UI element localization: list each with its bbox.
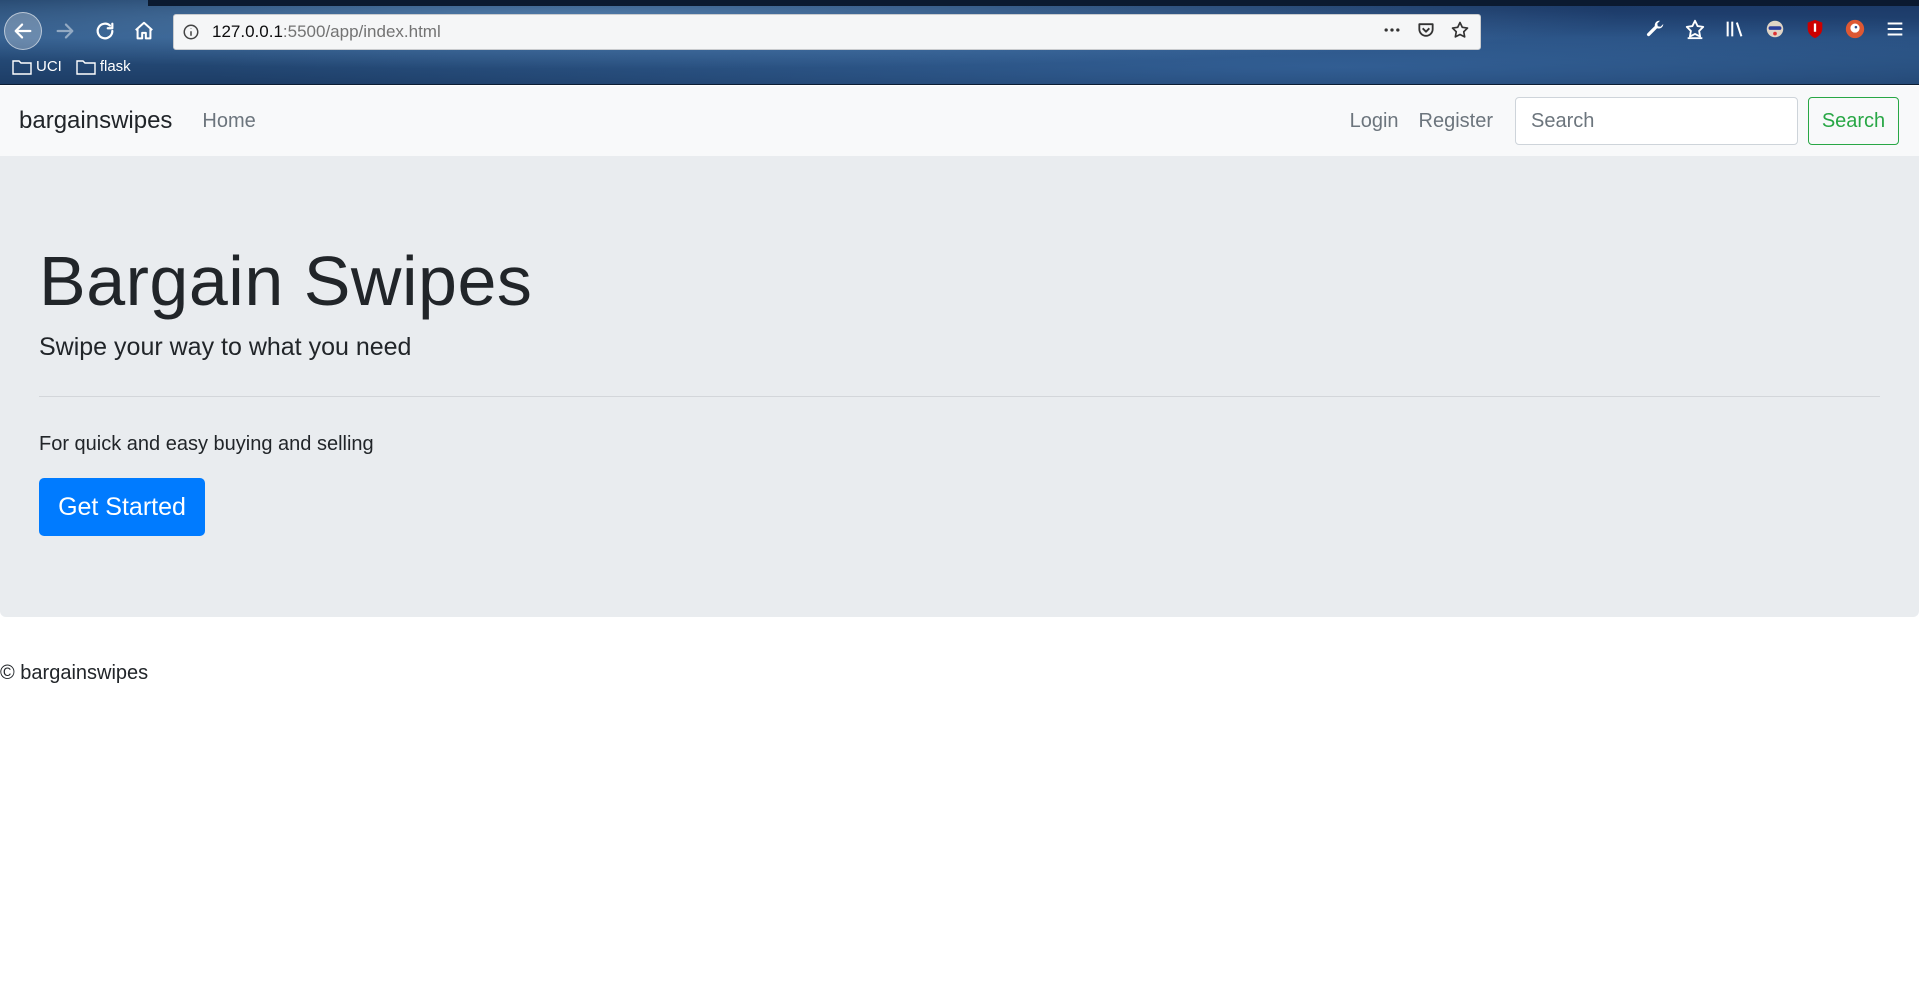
divider — [39, 396, 1880, 397]
pocket-icon[interactable] — [1416, 20, 1436, 45]
get-started-button[interactable]: Get Started — [39, 478, 205, 536]
nav-link-register[interactable]: Register — [1419, 110, 1493, 133]
bookmark-folder-uci[interactable]: UCI — [12, 58, 62, 75]
nav-link-home[interactable]: Home — [202, 110, 255, 133]
bookmark-label: flask — [99, 58, 131, 75]
bookmark-folder-flask[interactable]: flask — [76, 58, 131, 75]
wrench-icon[interactable] — [1643, 17, 1667, 41]
home-icon — [135, 21, 153, 40]
folder-icon — [12, 59, 32, 75]
lead-text: Swipe your way to what you need — [39, 333, 412, 361]
forward-button[interactable] — [46, 12, 84, 50]
info-icon[interactable] — [174, 23, 208, 41]
arrow-left-icon — [14, 23, 32, 39]
folder-icon — [76, 59, 96, 75]
bookmarks-toolbar: UCI flask — [12, 58, 131, 75]
ublock-icon[interactable] — [1803, 17, 1827, 41]
tab-strip — [148, 0, 1919, 6]
bookmark-star-icon[interactable] — [1450, 20, 1470, 45]
bookmarks-star-icon[interactable] — [1683, 17, 1707, 41]
browser-chrome: 127.0.0.1:5500/app/index.html UCI flask — [0, 0, 1919, 85]
extension-mask-icon[interactable] — [1763, 17, 1787, 41]
library-icon[interactable] — [1723, 17, 1747, 41]
nav-link-login[interactable]: Login — [1350, 110, 1399, 133]
url-bar[interactable]: 127.0.0.1:5500/app/index.html — [173, 14, 1481, 50]
bookmark-label: UCI — [36, 58, 62, 75]
arrow-right-icon — [56, 23, 74, 39]
menu-icon[interactable] — [1883, 17, 1907, 41]
search-input[interactable] — [1515, 97, 1798, 145]
back-button[interactable] — [4, 12, 42, 50]
search-button[interactable]: Search — [1808, 97, 1899, 145]
url-host: 127.0.0.1 — [212, 22, 283, 41]
page-title: Bargain Swipes — [39, 242, 533, 320]
page-actions-icon[interactable] — [1382, 20, 1402, 45]
footer-copyright: © bargainswipes — [0, 662, 149, 684]
reload-icon — [96, 22, 114, 40]
url-path: :5500/app/index.html — [282, 22, 441, 41]
description-text: For quick and easy buying and selling — [39, 433, 374, 455]
home-button[interactable] — [125, 12, 163, 50]
reload-button[interactable] — [86, 12, 124, 50]
jumbotron: Bargain Swipes Swipe your way to what yo… — [0, 156, 1919, 617]
site-navbar: bargainswipes Home Login Register Search — [0, 86, 1919, 156]
navbar-brand[interactable]: bargainswipes — [19, 107, 172, 135]
duckduckgo-icon[interactable] — [1843, 17, 1867, 41]
